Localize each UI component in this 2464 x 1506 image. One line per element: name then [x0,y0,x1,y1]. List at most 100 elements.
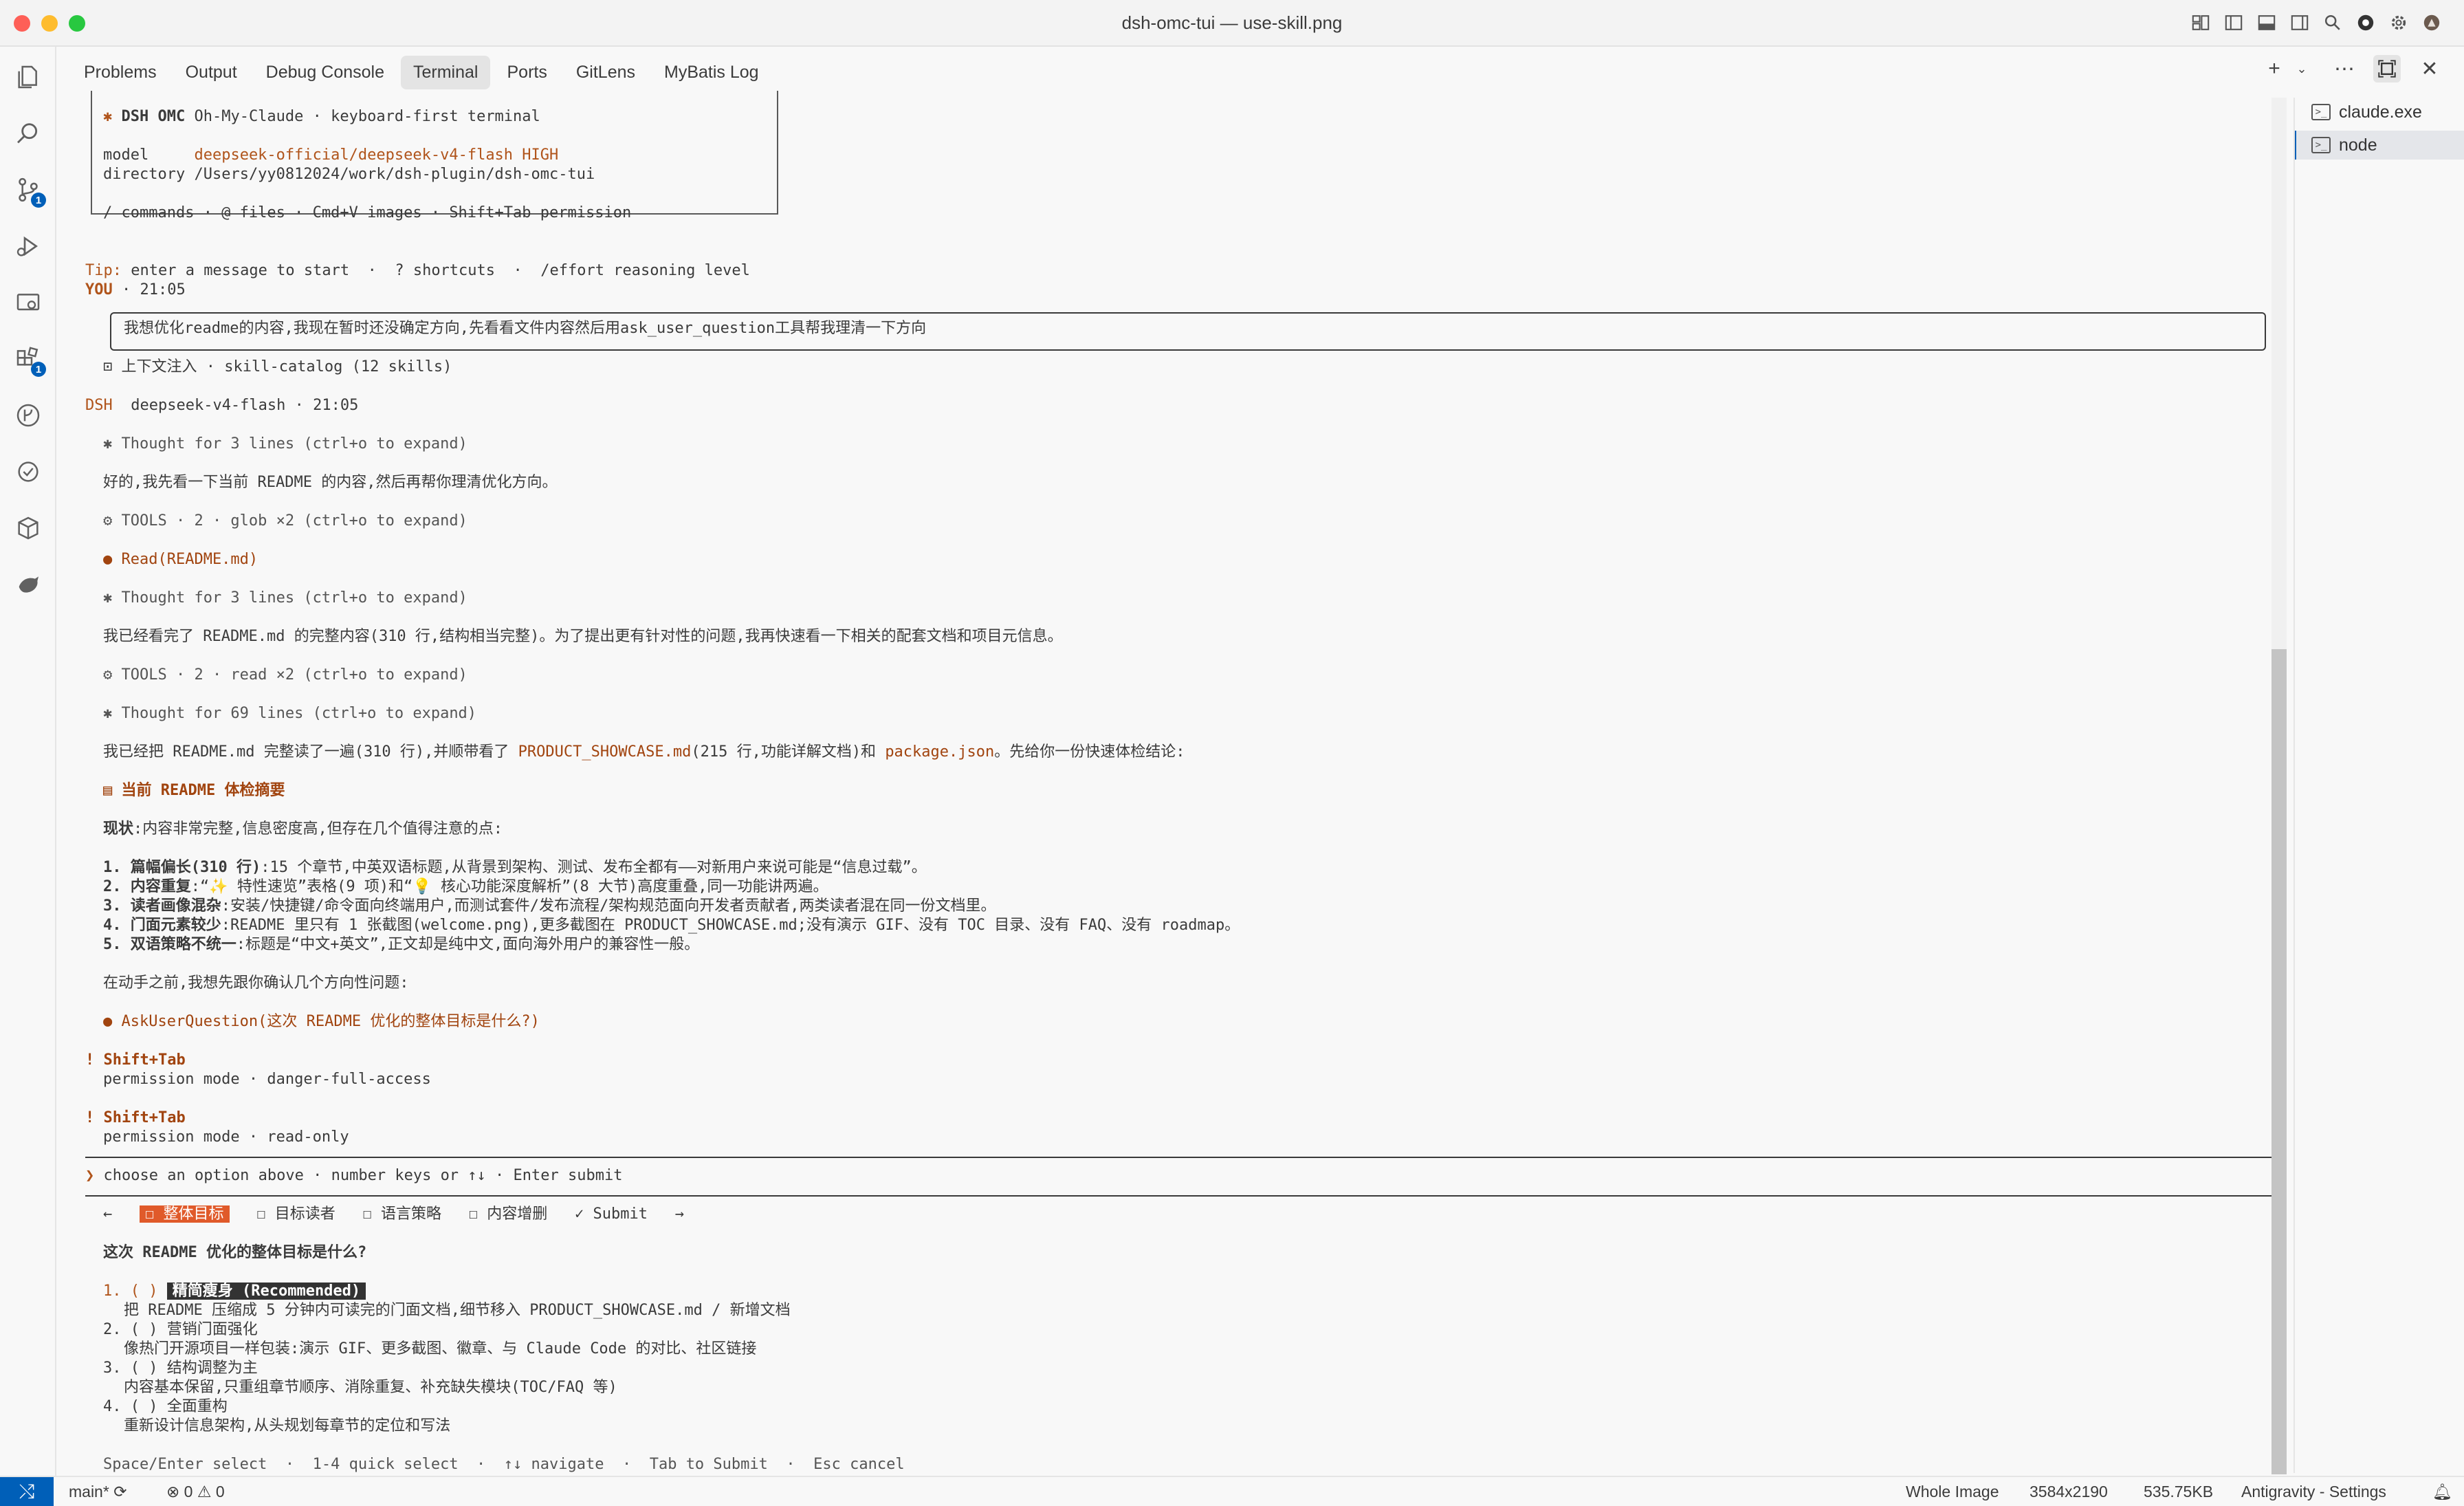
search-icon[interactable] [2321,11,2344,34]
warning-count: 0 [215,1483,225,1500]
tools-line-2[interactable]: ⚙ TOOLS · 2 · read ×2 (ctrl+o to expand) [103,666,468,685]
permission-value-2: permission mode · read-only [103,1128,349,1146]
summary-point-4: 4. 门面元素较少:README 里只有 1 张截图(welcome.png),… [103,916,1240,935]
thought-line-2[interactable]: ✱ Thought for 3 lines (ctrl+o to expand) [103,589,468,608]
remote-explorer-icon[interactable] [13,287,43,318]
toggle-primary-sidebar-icon[interactable] [2222,11,2245,34]
directory-line: directory /Users/yy0812024/work/dsh-plug… [103,165,595,184]
gitlens-icon[interactable] [13,400,43,430]
testing-icon[interactable] [13,457,43,487]
package-icon[interactable] [13,513,43,543]
tab-terminal[interactable]: Terminal [401,55,491,89]
divider [85,1157,2272,1158]
new-terminal-icon[interactable]: + [2260,55,2288,83]
terminal-scrollbar-thumb[interactable] [2272,649,2287,1474]
file-size: 535.75KB [2144,1483,2214,1500]
remote-indicator-icon[interactable]: ⤭ [0,1477,54,1506]
terminal-item-node[interactable]: >_ node [2296,131,2464,160]
user-message: 我想优化readme的内容,我现在暂时还没确定方向,先看看文件内容然后用ask_… [124,320,927,337]
run-debug-icon[interactable] [13,231,43,261]
model-line: model deepseek-official/deepseek-v4-flas… [103,146,558,165]
branch-name: main* [69,1483,109,1500]
terminal-label: node [2339,135,2377,155]
brand-subtitle: Oh-My-Claude · keyboard-first terminal [194,108,540,125]
toggle-secondary-sidebar-icon[interactable] [2288,11,2311,34]
option-radio[interactable]: 3. ( ) [103,1360,157,1377]
option-title[interactable]: 营销门面强化 [167,1321,258,1338]
panel-actions: + ⌄ ⋯ ✕ [2260,55,2443,83]
option-4[interactable]: 4. ( ) 全面重构 [103,1397,228,1417]
explorer-icon[interactable] [13,62,43,92]
point-title: 内容重复 [130,878,191,895]
thought-line-3[interactable]: ✱ Thought for 69 lines (ctrl+o to expand… [103,704,476,723]
tip-line: Tip: enter a message to start · ? shortc… [85,261,750,281]
option-title[interactable]: 结构调整为主 [167,1360,258,1377]
chevron-down-icon[interactable]: ⌄ [2288,55,2316,83]
tab-problems[interactable]: Problems [72,56,169,89]
status-text: :内容非常完整,信息密度高,但存在几个值得注意的点: [133,820,503,838]
point-text: :标题是“中文+英文”,正文却是纯中文,面向海外用户的兼容性一般。 [236,936,700,953]
extensions-icon[interactable]: 1 [13,344,46,377]
summary-point-5: 5. 双语策略不统一:标题是“中文+英文”,正文却是纯中文,面向海外用户的兼容性… [103,935,699,954]
option-radio[interactable]: 2. ( ) [103,1321,157,1338]
dsh-model: deepseek-v4-flash · 21:05 [112,397,359,414]
settings-link[interactable]: Antigravity - Settings [2241,1483,2386,1501]
tools-line-1[interactable]: ⚙ TOOLS · 2 · glob ×2 (ctrl+o to expand) [103,512,468,531]
terminal-label: claude.exe [2339,102,2422,122]
brand-line: ✱ DSH OMC Oh-My-Claude · keyboard-first … [103,107,540,127]
nav-right-icon[interactable]: → [675,1205,684,1223]
view-mode[interactable]: Whole Image [1906,1483,1999,1501]
bird-icon[interactable] [13,569,43,600]
maximize-panel-icon[interactable] [2373,55,2401,83]
option-radio[interactable]: 1. ( ) [103,1283,157,1300]
summary-point-3: 3. 读者画像混杂:安装/快捷键/命令面向终端用户,而测试套件/发布流程/架构规… [103,897,996,916]
thought-line-1[interactable]: ✱ Thought for 3 lines (ctrl+o to expand) [103,435,468,454]
tab-mybatis-log[interactable]: MyBatis Log [652,56,771,89]
response-2: 我已经看完了 README.md 的完整内容(310 行,结构相当完整)。为了提… [103,628,1063,645]
option-3[interactable]: 3. ( ) 结构调整为主 [103,1359,258,1378]
source-control-icon[interactable]: 1 [13,175,46,208]
question-tab-language[interactable]: ☐ 语言策略 [363,1205,442,1223]
account-avatar-icon[interactable] [2420,11,2443,34]
tab-output[interactable]: Output [173,56,250,89]
question-tab-content[interactable]: ☐ 内容增删 [469,1205,548,1223]
customize-layout-icon[interactable] [2189,11,2212,34]
point-number: 3. [103,897,122,915]
you-line: YOU · 21:05 [85,281,186,300]
option-title[interactable]: 全面重构 [167,1398,228,1415]
tab-ports[interactable]: Ports [494,56,559,89]
prompt-arrow-icon: ❯ [85,1167,95,1184]
nav-left-icon[interactable]: ← [103,1205,112,1223]
terminal-output[interactable]: ✱ DSH OMC Oh-My-Claude · keyboard-first … [58,91,2272,1473]
tab-gitlens[interactable]: GitLens [564,56,648,89]
sync-icon[interactable]: ⟳ [113,1483,126,1500]
tip-label: Tip: [85,262,122,279]
more-actions-icon[interactable]: ⋯ [2331,55,2358,83]
gear-icon[interactable] [2387,11,2410,34]
question-tab-submit[interactable]: ✓ Submit [575,1205,648,1223]
toggle-panel-icon[interactable] [2255,11,2278,34]
point-text: :安装/快捷键/命令面向终端用户,而测试套件/发布流程/架构规范面向开发者贡献者… [221,897,996,915]
chrome-icon[interactable] [2354,11,2377,34]
close-panel-icon[interactable]: ✕ [2416,55,2443,83]
notifications-icon[interactable]: 🔔︎ [2432,1483,2452,1501]
permission-key-1: ! Shift+Tab [85,1051,186,1069]
question-tab-audience[interactable]: ☐ 目标读者 [256,1205,336,1223]
option-title[interactable]: 精简瘦身 (Recommended) [166,1283,366,1300]
branch-indicator[interactable]: main* ⟳ [69,1483,126,1501]
option-1[interactable]: 1. ( ) 精简瘦身 (Recommended) [103,1282,366,1301]
search-icon[interactable] [13,118,43,149]
brand-star-icon: ✱ [103,108,113,125]
question-tab-goal[interactable]: ☐ 整体目标 [140,1205,230,1223]
model-key: model [103,146,149,164]
panel-tabs: Problems Output Debug Console Terminal P… [58,47,2276,98]
title-bar-actions [2189,11,2443,34]
terminal-item-claude[interactable]: >_ claude.exe [2296,98,2464,127]
tab-debug-console[interactable]: Debug Console [254,56,397,89]
problems-indicator[interactable]: ⊗ 0 ⚠ 0 [166,1483,225,1501]
response-3: 我已经把 README.md 完整读了一遍(310 行),并顺带看了 PRODU… [103,743,1185,762]
prompt-line[interactable]: ❯ choose an option above · number keys o… [85,1166,622,1186]
extensions-badge: 1 [31,362,46,377]
option-2[interactable]: 2. ( ) 营销门面强化 [103,1320,258,1340]
option-radio[interactable]: 4. ( ) [103,1398,157,1415]
